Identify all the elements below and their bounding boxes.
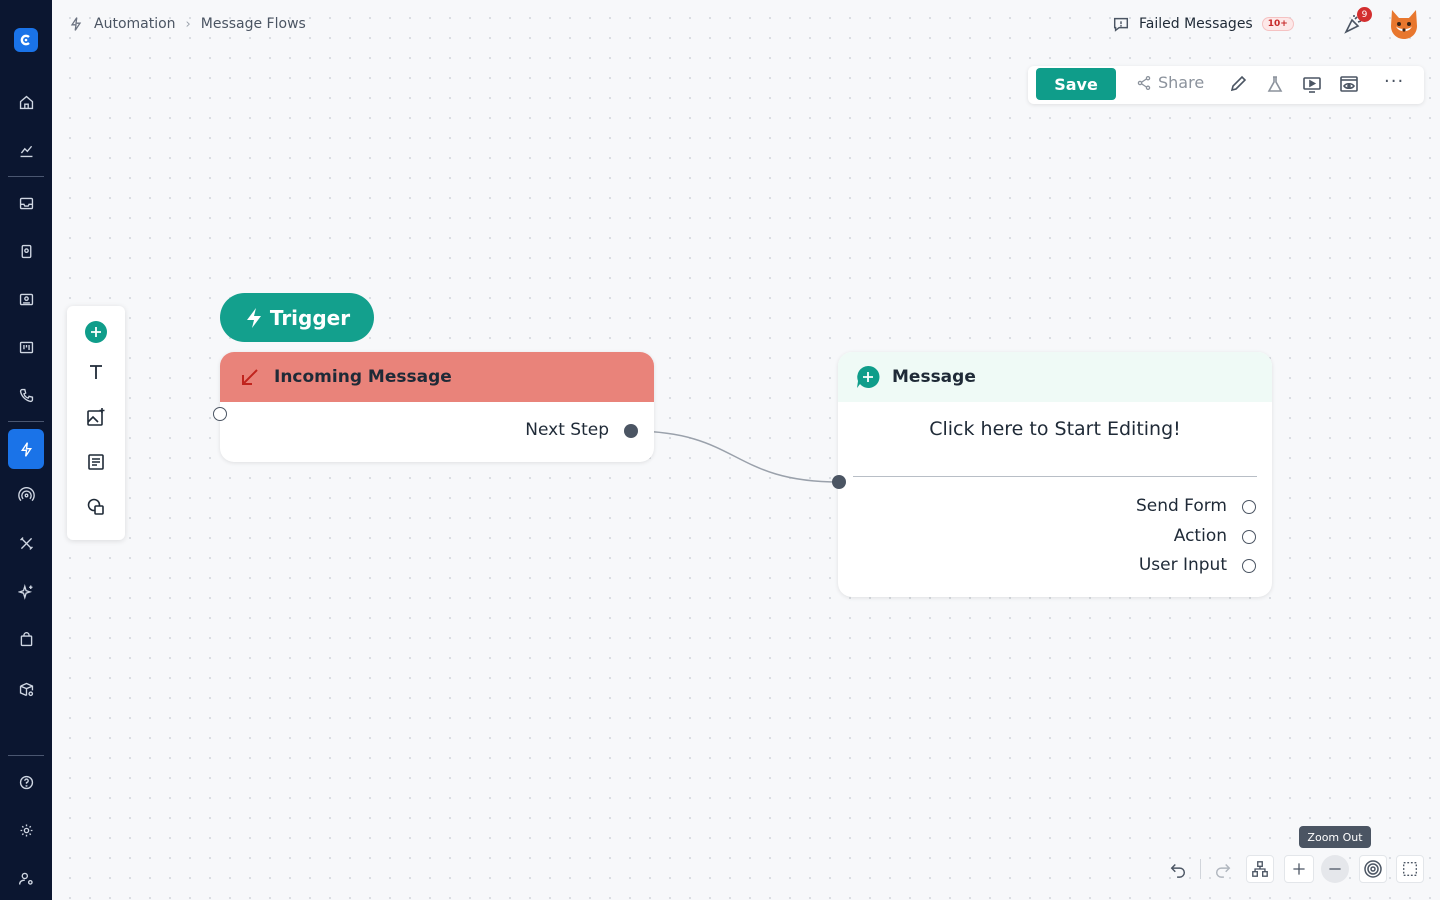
notification-count-badge: 9	[1357, 7, 1372, 22]
user-avatar[interactable]	[1386, 6, 1422, 42]
message-node[interactable]: Message Click here to Start Editing! Sen…	[838, 352, 1272, 597]
zoom-out-tooltip: Zoom Out	[1299, 826, 1371, 848]
message-divider	[853, 476, 1257, 477]
help-icon[interactable]	[8, 764, 44, 800]
send-form-output-port[interactable]	[1242, 500, 1256, 514]
chevron-right-icon: ›	[185, 16, 191, 32]
phone-icon[interactable]	[8, 377, 44, 413]
view-eye-icon[interactable]	[1339, 74, 1359, 94]
incoming-node-title: Incoming Message	[274, 367, 452, 387]
failed-messages-button[interactable]: Failed Messages 10+	[1112, 13, 1294, 35]
next-step-output-port[interactable]	[624, 424, 638, 438]
trigger-badge[interactable]: Trigger	[220, 293, 374, 342]
more-options-icon[interactable]: ···	[1384, 71, 1404, 92]
contacts-icon[interactable]	[8, 233, 44, 269]
incoming-node-header: Incoming Message	[220, 352, 654, 402]
node-palette	[67, 306, 125, 540]
undo-icon[interactable]	[1164, 855, 1192, 883]
message-node-header: Message	[838, 352, 1272, 402]
share-icon	[1137, 75, 1151, 90]
option-action: Action	[1173, 526, 1227, 546]
share-button[interactable]: Share	[1136, 73, 1204, 92]
arrow-down-left-icon	[242, 369, 258, 385]
zoom-in-icon[interactable]	[1284, 855, 1314, 883]
breadcrumb-current: Message Flows	[200, 16, 306, 32]
redo-icon[interactable]	[1209, 855, 1237, 883]
edit-pencil-icon[interactable]	[1228, 74, 1248, 94]
fullscreen-icon[interactable]	[1396, 855, 1424, 883]
user-input-output-port[interactable]	[1242, 559, 1256, 573]
automation-icon[interactable]	[8, 429, 44, 469]
document-tool-icon[interactable]	[84, 450, 108, 474]
zoom-out-icon[interactable]	[1321, 855, 1349, 883]
broadcast-icon[interactable]	[8, 477, 44, 513]
sidebar-nav	[0, 0, 52, 900]
message-input-port[interactable]	[832, 475, 846, 489]
image-tool-icon[interactable]	[84, 405, 108, 429]
control-divider	[1200, 859, 1201, 879]
ai-sparkle-icon[interactable]	[8, 573, 44, 609]
shopping-bag-icon[interactable]	[8, 621, 44, 657]
message-alert-icon	[1113, 17, 1129, 32]
editor-toolbar: Save Share ···	[1028, 66, 1424, 104]
monitor-icon[interactable]	[8, 281, 44, 317]
action-output-port[interactable]	[1242, 530, 1256, 544]
automation-bolt-icon	[70, 17, 82, 31]
message-node-title: Message	[892, 367, 976, 387]
app-logo-icon[interactable]	[14, 28, 38, 52]
message-body-text[interactable]: Click here to Start Editing!	[838, 418, 1272, 440]
trigger-label: Trigger	[269, 305, 351, 330]
shapes-tool-icon[interactable]	[84, 495, 108, 519]
save-button[interactable]: Save	[1036, 68, 1116, 100]
inbox-icon[interactable]	[8, 185, 44, 221]
add-node-icon[interactable]	[84, 320, 108, 344]
next-step-label: Next Step	[525, 420, 609, 440]
share-label: Share	[1158, 73, 1205, 92]
text-tool-icon[interactable]	[84, 360, 108, 384]
failed-count-badge: 10+	[1261, 17, 1294, 31]
test-flask-icon[interactable]	[1265, 74, 1285, 94]
board-icon[interactable]	[8, 329, 44, 365]
tools-icon[interactable]	[8, 525, 44, 561]
incoming-input-port[interactable]	[213, 407, 227, 421]
analytics-icon[interactable]	[8, 132, 44, 168]
lightning-icon	[246, 307, 261, 328]
failed-messages-label: Failed Messages	[1139, 16, 1253, 32]
preview-play-icon[interactable]	[1302, 74, 1322, 94]
fit-view-icon[interactable]	[1359, 855, 1387, 883]
breadcrumb-root-link[interactable]: Automation	[94, 16, 176, 32]
user-settings-icon[interactable]	[8, 860, 44, 896]
incoming-message-node[interactable]: Incoming Message Next Step	[220, 352, 654, 462]
option-send-form: Send Form	[1135, 496, 1227, 516]
option-user-input: User Input	[1138, 555, 1227, 575]
message-plus-icon	[857, 365, 880, 388]
package-settings-icon[interactable]	[8, 671, 44, 707]
home-icon[interactable]	[8, 84, 44, 120]
settings-gear-icon[interactable]	[8, 812, 44, 848]
breadcrumb: Automation › Message Flows	[68, 13, 306, 35]
auto-layout-icon[interactable]	[1246, 855, 1274, 883]
